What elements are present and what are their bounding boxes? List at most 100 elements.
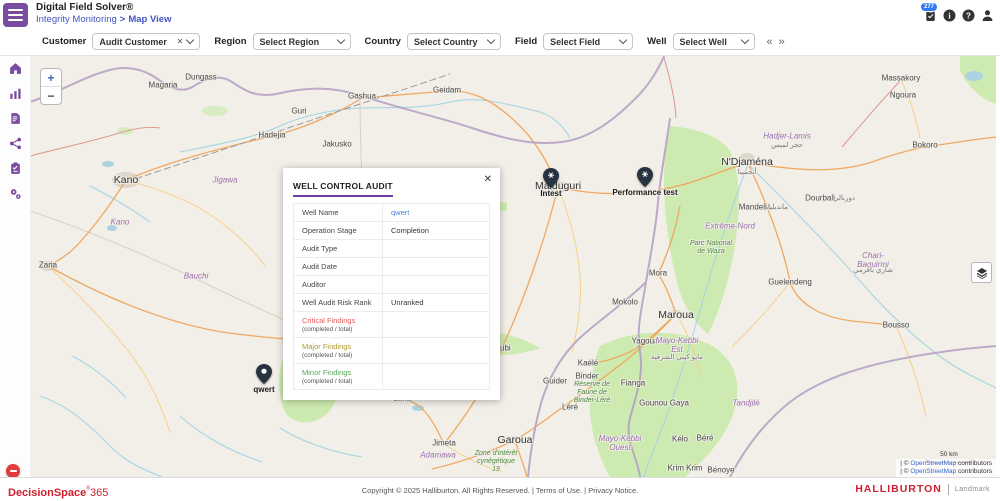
audit-row-value: [382, 338, 489, 363]
svg-text:?: ?: [966, 11, 971, 20]
audit-checklist-icon: [9, 162, 22, 175]
filter-group: CountrySelect Country: [365, 33, 501, 50]
openstreetmap-link[interactable]: OpenStreetMap: [910, 460, 956, 467]
user-icon: [981, 9, 994, 22]
audit-row: Critical Findings(completed / total): [294, 311, 489, 337]
audit-row: Well Audit Risk RankUnranked: [294, 293, 489, 311]
filter-value: Select Country: [414, 37, 484, 47]
user-button[interactable]: [981, 9, 994, 22]
audit-row: Auditor: [294, 275, 489, 293]
audit-row-value: [382, 312, 489, 337]
chevron-down-icon: [487, 36, 495, 44]
audit-row: Minor Findings(completed / total): [294, 363, 489, 389]
sidebar-icons: [0, 56, 30, 206]
filter-value: Select Region: [260, 37, 334, 47]
audit-row: Well Nameqwert: [294, 204, 489, 221]
chevron-down-icon: [740, 36, 748, 44]
marker-label: Performance test: [610, 188, 680, 197]
brand-divider: [948, 484, 949, 495]
chevron-down-icon: [619, 36, 627, 44]
map-view[interactable]: MagariaDungassGashuaGeidamGuriHadejiaJak…: [30, 56, 996, 477]
help-button[interactable]: ?: [962, 9, 975, 22]
audit-row-value: [382, 276, 489, 293]
breadcrumb-page[interactable]: Map View: [128, 14, 171, 25]
filter-group: Well Select Well: [647, 33, 754, 50]
top-icon-group: 277 i ?: [924, 9, 994, 22]
filter-select-field[interactable]: Select Field: [543, 33, 633, 50]
audit-row: Major Findings(completed / total): [294, 337, 489, 363]
sidebar-item-audit-checklist[interactable]: [0, 156, 30, 181]
support-icon[interactable]: [6, 464, 20, 478]
map-pin-icon: [637, 167, 653, 187]
audit-row-label: Auditor: [294, 276, 382, 293]
breadcrumb: Integrity Monitoring>Map View: [36, 14, 171, 26]
filter-label: Well: [647, 36, 666, 47]
popup-header: WELL CONTROL AUDIT ✕: [283, 168, 500, 198]
halliburton-logo: HALLIBURTON Landmark: [855, 483, 990, 495]
filter-bar-row: Customer Audit Customer✕ Region Select Regi…: [0, 28, 1000, 56]
filter-value: Audit Customer: [99, 37, 175, 47]
clear-icon[interactable]: ✕: [177, 37, 184, 46]
map-pin-icon: [543, 168, 559, 188]
info-button[interactable]: i: [943, 9, 956, 22]
sidebar-item-field-report[interactable]: [0, 106, 30, 131]
zoom-in-button[interactable]: +: [41, 69, 61, 87]
pager-prev-button[interactable]: «: [767, 36, 773, 48]
audit-row-value: [382, 364, 489, 389]
audit-row-label: Operation Stage: [294, 222, 382, 239]
sidebar-item-network[interactable]: [0, 131, 30, 156]
footer: DecisionSpace®365 Copyright © 2025 Halli…: [0, 477, 1000, 501]
filter-value: Select Field: [550, 37, 616, 47]
audit-popup-table: Well NameqwertOperation StageCompletionA…: [293, 203, 490, 390]
filter-group: Customer Audit Customer✕: [42, 33, 200, 50]
audit-row-label: Major Findings(completed / total): [294, 338, 382, 363]
audit-row-label: Well Name: [294, 204, 382, 221]
filter-select-well[interactable]: Select Well: [673, 33, 755, 50]
audit-row-label: Critical Findings(completed / total): [294, 312, 382, 337]
marker-label: Intest: [516, 189, 586, 198]
audit-row-value: [382, 240, 489, 257]
filter-label: Field: [515, 36, 537, 47]
zoom-out-button[interactable]: −: [41, 87, 61, 104]
tasks-button[interactable]: 277: [924, 9, 937, 22]
filter-group: Field Select Field: [515, 33, 633, 50]
audit-row-label: Minor Findings(completed / total): [294, 364, 382, 389]
audit-row-label: Audit Date: [294, 258, 382, 275]
breadcrumb-separator: >: [120, 14, 126, 25]
production-icon: [9, 87, 22, 100]
filter-select-country[interactable]: Select Country: [407, 33, 501, 50]
zoom-control: + −: [40, 68, 62, 105]
filter-label: Customer: [42, 36, 86, 47]
audit-row-value[interactable]: qwert: [382, 204, 489, 221]
scale-label: 50 km: [926, 451, 972, 458]
filter-select-customer[interactable]: Audit Customer✕: [92, 33, 200, 50]
chevron-down-icon: [336, 36, 344, 44]
attribution-line: | © OpenStreetMap contributors: [900, 468, 992, 476]
sidebar-item-home[interactable]: [0, 56, 30, 81]
notification-badge: 277: [920, 2, 938, 12]
audit-row-value: [382, 258, 489, 275]
pager-next-button[interactable]: »: [779, 36, 785, 48]
info-icon: i: [943, 9, 956, 22]
audit-row: Operation StageCompletion: [294, 221, 489, 239]
popup-title: WELL CONTROL AUDIT: [293, 181, 393, 197]
close-icon[interactable]: ✕: [484, 174, 492, 185]
filter-group: Region Select Region: [214, 33, 350, 50]
landmark-logo: Landmark: [955, 486, 990, 493]
filter-value: Select Well: [680, 37, 738, 47]
layers-control[interactable]: [971, 262, 992, 283]
sidebar-item-production[interactable]: [0, 81, 30, 106]
openstreetmap-link[interactable]: OpenStreetMap: [910, 468, 956, 475]
audit-row: Audit Date: [294, 257, 489, 275]
app-title: Digital Field Solver®: [36, 2, 171, 14]
hamburger-menu-button[interactable]: [3, 3, 28, 27]
audit-row-label: Well Audit Risk Rank: [294, 294, 382, 311]
audit-row-value: Unranked: [382, 294, 489, 311]
filter-label: Region: [214, 36, 246, 47]
map-attribution: | © OpenStreetMap contributors| © OpenSt…: [896, 459, 996, 477]
breadcrumb-section[interactable]: Integrity Monitoring: [36, 14, 117, 25]
filter-select-region[interactable]: Select Region: [253, 33, 351, 50]
sidebar-item-settings[interactable]: [0, 181, 30, 206]
audit-row: Audit Type: [294, 239, 489, 257]
map-pin-icon: [256, 364, 272, 384]
